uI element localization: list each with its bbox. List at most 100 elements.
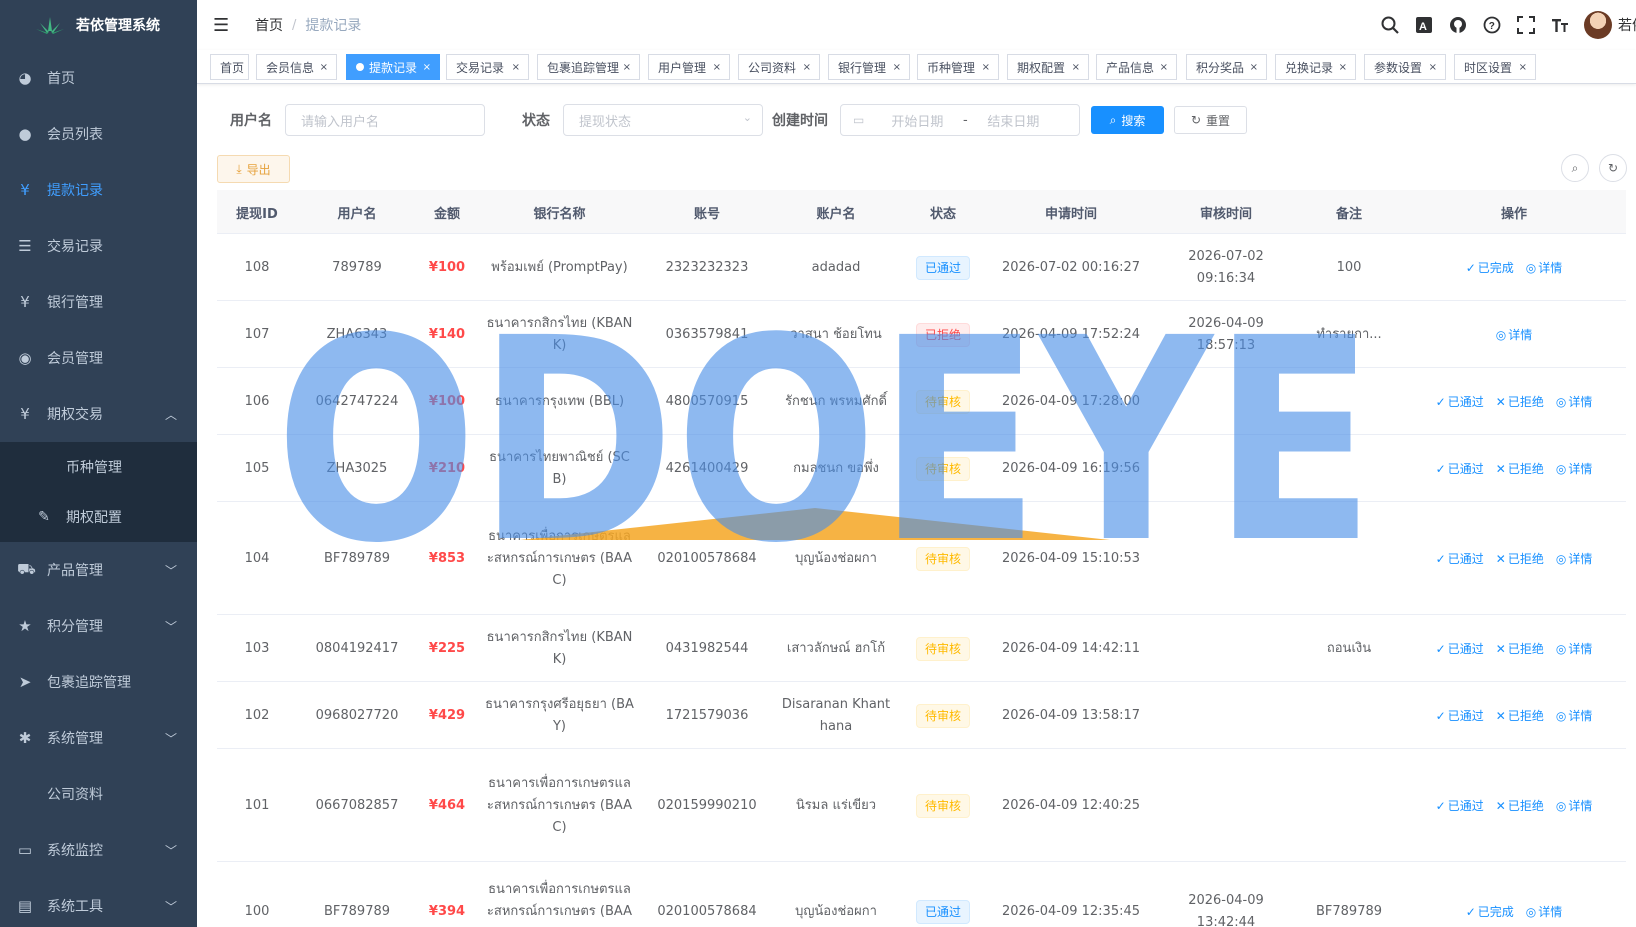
detail-button[interactable]: ◎ 详情 <box>1556 391 1593 413</box>
approve-button[interactable]: ✓ 已通过 <box>1436 705 1484 727</box>
detail-button[interactable]: ◎ 详情 <box>1526 257 1563 279</box>
detail-button[interactable]: ◎ 详情 <box>1556 548 1593 570</box>
eye-icon: ◎ <box>1555 551 1567 566</box>
eye-icon: ◎ <box>1555 641 1567 656</box>
eye-icon: ◎ <box>1525 260 1537 275</box>
close-icon[interactable]: × <box>1429 62 1437 73</box>
detail-button[interactable]: ◎ 详情 <box>1496 324 1533 346</box>
close-icon[interactable]: × <box>1339 62 1347 73</box>
tab-item[interactable]: 币种管理 × <box>917 54 999 80</box>
reject-button[interactable]: ✕ 已拒绝 <box>1496 795 1544 817</box>
reject-button[interactable]: ✕ 已拒绝 <box>1496 638 1544 660</box>
detail-button[interactable]: ◎ 详情 <box>1556 458 1593 480</box>
tab-item[interactable]: 用户管理 × <box>648 54 730 80</box>
toggle-search-button[interactable]: ⌕ <box>1561 154 1589 182</box>
approve-button[interactable]: ✓ 已通过 <box>1436 638 1484 660</box>
reject-button[interactable]: ✕ 已拒绝 <box>1496 548 1544 570</box>
close-icon[interactable]: × <box>320 62 328 73</box>
reject-button[interactable]: ✕ 已拒绝 <box>1496 391 1544 413</box>
breadcrumb-home[interactable]: 首页 <box>255 15 283 35</box>
fullscreen-icon[interactable] <box>1516 15 1536 35</box>
username-input[interactable]: 请输入用户名 <box>285 104 485 136</box>
help-icon[interactable]: ? <box>1482 15 1502 35</box>
tab-item[interactable]: 会员信息 × <box>256 54 337 80</box>
close-icon[interactable]: × <box>982 62 990 73</box>
tab-item[interactable]: 期权配置 × <box>1007 54 1089 80</box>
logo[interactable]: 若依管理系统 <box>0 0 197 50</box>
tab-item[interactable]: 时区设置 × <box>1454 54 1536 80</box>
reject-button[interactable]: ✕ 已拒绝 <box>1496 705 1544 727</box>
tab-item[interactable]: 兑换记录 × <box>1275 54 1356 80</box>
tab-item[interactable]: 首页 <box>210 54 249 80</box>
sidebar-item[interactable]: ➤ 包裹追踪管理 <box>0 654 197 710</box>
apply-value: 2026-04-09 15:10:53 <box>1001 550 1141 566</box>
font-size-icon[interactable] <box>1550 15 1570 35</box>
detail-button[interactable]: ◎ 详情 <box>1526 901 1563 923</box>
apply-value: 2026-04-09 17:28:00 <box>1001 393 1141 409</box>
detail-button[interactable]: ◎ 详情 <box>1556 638 1593 660</box>
export-button[interactable]: ⤓ 导出 <box>217 155 290 183</box>
sidebar-item[interactable]: ⛟ 产品管理 ﹀ <box>0 542 197 598</box>
sidebar-item[interactable]: ✱ 系统管理 ﹀ <box>0 710 197 766</box>
sidebar-item[interactable]: ▤ 系统工具 ﹀ <box>0 878 197 927</box>
tab-item[interactable]: 公司资料 × <box>738 54 820 80</box>
sidebar-item[interactable]: ☰ 交易记录 <box>0 218 197 274</box>
username[interactable]: 若依 <box>1618 15 1636 35</box>
start-date-input[interactable]: 开始日期 <box>882 111 952 130</box>
cell-amount: ¥100 <box>417 368 477 435</box>
tab-item[interactable]: 产品信息 × <box>1096 54 1177 80</box>
sidebar-item[interactable]: ★ 积分管理 ﹀ <box>0 598 197 654</box>
sidebar-item[interactable]: ¥ 期权交易 ︿ <box>0 386 197 442</box>
refresh-table-button[interactable]: ↻ <box>1599 154 1627 182</box>
close-icon[interactable]: × <box>1160 62 1168 73</box>
close-icon[interactable]: × <box>512 62 520 73</box>
sidebar-subitem[interactable]: ✎ 期权配置 <box>0 492 197 542</box>
sidebar-item[interactable]: ◉ 会员管理 <box>0 330 197 386</box>
reject-button[interactable]: ✕ 已拒绝 <box>1496 458 1544 480</box>
sidebar-subitem[interactable]: 币种管理 <box>0 442 197 492</box>
sidebar-item[interactable]: 公司资料 <box>0 766 197 822</box>
complete-button[interactable]: ✓ 已完成 <box>1466 257 1514 279</box>
detail-button[interactable]: ◎ 详情 <box>1556 795 1593 817</box>
tab-label: 参数设置 <box>1374 60 1423 75</box>
cell-id: 103 <box>217 615 297 682</box>
approve-button[interactable]: ✓ 已通过 <box>1436 458 1484 480</box>
avatar[interactable] <box>1584 11 1612 39</box>
sidebar-item[interactable]: ◕ 首页 <box>0 50 197 106</box>
complete-button[interactable]: ✓ 已完成 <box>1466 901 1514 923</box>
close-icon[interactable]: × <box>803 62 811 73</box>
close-icon[interactable]: × <box>423 62 431 73</box>
hamburger-icon[interactable]: ☰ <box>213 15 231 36</box>
tab-item[interactable]: 参数设置 × <box>1364 54 1446 80</box>
close-icon[interactable]: × <box>1250 62 1258 73</box>
search-button[interactable]: ⌕ 搜索 <box>1091 106 1164 134</box>
status-select[interactable]: 提现状态 ⌄ <box>563 104 763 136</box>
table-row: 102 0968027720 ¥429 ธนาคารกรุงศรีอยุธยา (BA… <box>217 682 1626 749</box>
approve-button[interactable]: ✓ 已通过 <box>1436 795 1484 817</box>
close-icon[interactable]: × <box>1519 62 1527 73</box>
close-icon[interactable]: × <box>1072 62 1080 73</box>
github-icon[interactable] <box>1448 15 1468 35</box>
approve-button[interactable]: ✓ 已通过 <box>1436 548 1484 570</box>
tab-item[interactable]: 包裹追踪管理 × <box>537 54 640 80</box>
range-separator: - <box>962 112 968 128</box>
reset-button[interactable]: ↻ 重置 <box>1174 106 1247 134</box>
sidebar-item[interactable]: ¥ 提款记录 <box>0 162 197 218</box>
close-icon[interactable]: × <box>713 62 721 73</box>
end-date-input[interactable]: 结束日期 <box>978 111 1048 130</box>
tab-item[interactable]: 银行管理 × <box>828 54 910 80</box>
search-icon[interactable] <box>1380 15 1400 35</box>
close-icon[interactable]: × <box>893 62 901 73</box>
sidebar-item[interactable]: ● 会员列表 <box>0 106 197 162</box>
detail-button[interactable]: ◎ 详情 <box>1556 705 1593 727</box>
cell-user: ZHA3025 <box>297 435 417 502</box>
tab-item[interactable]: 提款记录 × <box>346 54 440 80</box>
sidebar-item[interactable]: ▭ 系统监控 ﹀ <box>0 822 197 878</box>
tab-item[interactable]: 交易记录 × <box>446 54 529 80</box>
date-range-picker[interactable]: ▭ 开始日期 - 结束日期 <box>840 104 1080 136</box>
sidebar-item[interactable]: ¥ 银行管理 <box>0 274 197 330</box>
tab-item[interactable]: 积分奖品 × <box>1186 54 1267 80</box>
language-icon[interactable]: A <box>1414 15 1434 35</box>
approve-button[interactable]: ✓ 已通过 <box>1436 391 1484 413</box>
close-icon[interactable]: × <box>623 62 631 73</box>
